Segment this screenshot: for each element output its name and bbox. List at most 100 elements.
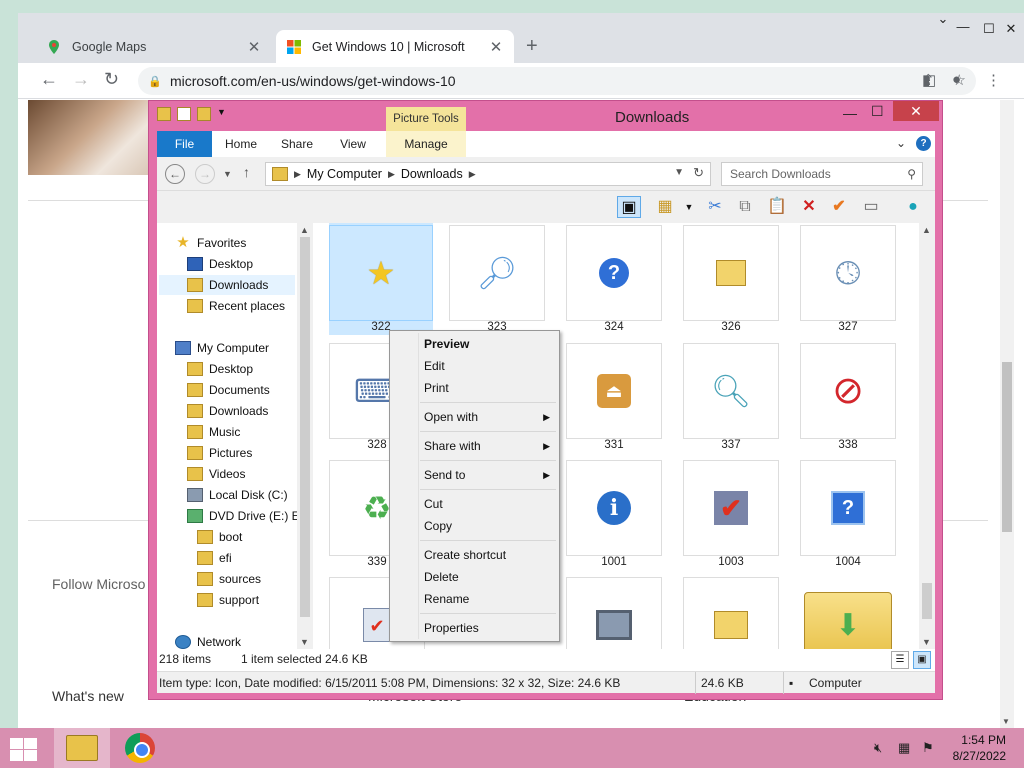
file-item[interactable] <box>566 575 662 649</box>
file-item[interactable]: 🔍︎ 337 <box>683 341 779 453</box>
files-scrollbar[interactable]: ▲ ▼ <box>919 223 935 649</box>
minimize-icon[interactable]: — <box>843 105 857 121</box>
action-center-icon[interactable]: ⚑ <box>922 740 934 756</box>
large-icons-view-icon[interactable]: ▣ <box>913 651 931 669</box>
new-tab-button[interactable]: + <box>526 35 538 58</box>
details-view-icon[interactable]: ☰ <box>891 651 909 669</box>
paste-icon[interactable]: 📋 <box>765 196 789 218</box>
nav-dvd-drive[interactable]: DVD Drive (E:) ES <box>187 506 308 526</box>
close-icon[interactable]: ✕ <box>893 101 939 121</box>
breadcrumb-separator[interactable]: ▶ <box>294 169 301 180</box>
nav-efi[interactable]: efi <box>197 548 232 568</box>
help-icon[interactable]: ? <box>916 136 931 151</box>
nav-music[interactable]: Music <box>187 422 240 442</box>
nav-videos[interactable]: Videos <box>187 464 245 484</box>
delete-icon[interactable]: ✕ <box>797 196 821 218</box>
taskbar-file-explorer[interactable] <box>54 728 110 768</box>
breadcrumb-downloads[interactable]: Downloads <box>401 167 463 181</box>
breadcrumb-separator[interactable]: ▶ <box>469 169 476 180</box>
refresh-icon[interactable]: ↻ <box>693 165 704 181</box>
rename-icon[interactable]: ▭ <box>859 196 883 218</box>
volume-muted-icon[interactable]: 🔇︎ <box>874 740 882 756</box>
windows-start-icon[interactable] <box>8 736 38 762</box>
nav-fav-recent-places[interactable]: Recent places <box>187 296 285 316</box>
new-folder-icon[interactable] <box>197 107 211 121</box>
nav-scrollbar[interactable]: ▲ ▼ <box>297 223 313 649</box>
nav-downloads[interactable]: Downloads <box>187 401 268 421</box>
file-item[interactable] <box>683 575 779 649</box>
file-item[interactable]: 🔎︎ 323 <box>449 223 545 335</box>
search-input[interactable]: Search Downloads ⚲ <box>721 162 923 186</box>
chevron-down-icon[interactable]: ▼ <box>217 107 226 121</box>
clock[interactable]: 1:54 PM 8/27/2022 <box>953 732 1006 764</box>
menu-item-cut[interactable]: Cut <box>424 493 554 515</box>
file-item[interactable]: 🕓︎ 327 <box>800 223 896 335</box>
address-bar[interactable]: ▶ My Computer ▶ Downloads ▶ ▼ ↻ <box>265 162 711 186</box>
menu-item-send-to[interactable]: Send to ▶ <box>424 464 554 486</box>
menu-icon[interactable]: ⋮ <box>986 71 1001 89</box>
menu-item-rename[interactable]: Rename <box>424 588 554 610</box>
scrollbar-thumb[interactable] <box>1002 362 1012 532</box>
expand-ribbon-icon[interactable]: ⌄ <box>896 136 906 151</box>
scroll-down-icon[interactable]: ▼ <box>300 637 309 647</box>
up-icon[interactable]: ↑ <box>243 164 250 180</box>
nav-boot[interactable]: boot <box>197 527 242 547</box>
nav-favorites[interactable]: ★ Favorites <box>175 233 246 253</box>
chevron-down-icon[interactable]: ▼ <box>677 196 701 218</box>
menu-item-copy[interactable]: Copy <box>424 515 554 537</box>
forward-icon[interactable]: → <box>72 69 90 90</box>
file-item[interactable]: i 1001 <box>566 458 662 570</box>
file-item[interactable]: ✔ 1003 <box>683 458 779 570</box>
scroll-up-icon[interactable]: ▲ <box>300 225 309 235</box>
breadcrumb-separator[interactable]: ▶ <box>388 169 395 180</box>
file-item[interactable]: ⊘ 338 <box>800 341 896 453</box>
side-panel-icon[interactable]: ◧ <box>922 71 936 89</box>
file-item[interactable]: ⏏ 331 <box>566 341 662 453</box>
menu-item-create-shortcut[interactable]: Create shortcut <box>424 544 554 566</box>
tab-manage[interactable]: Manage <box>386 131 466 157</box>
network-icon[interactable]: ▦ <box>898 740 910 756</box>
close-tab-icon[interactable]: ✕ <box>246 38 262 56</box>
scroll-down-icon[interactable]: ▼ <box>1002 717 1010 726</box>
breadcrumb-my-computer[interactable]: My Computer <box>307 167 382 181</box>
nav-my-computer[interactable]: My Computer <box>175 338 269 358</box>
scroll-up-icon[interactable]: ▲ <box>922 225 931 235</box>
scrollbar-thumb[interactable] <box>922 583 932 619</box>
file-item[interactable]: ★ 322 <box>329 223 433 335</box>
properties-icon[interactable] <box>177 107 191 121</box>
menu-item-preview[interactable]: Preview <box>424 333 554 355</box>
tab-get-windows-10[interactable]: Get Windows 10 | Microsoft ✕ <box>276 30 514 63</box>
back-icon[interactable]: ← <box>165 164 185 184</box>
profile-icon[interactable]: ● <box>952 71 961 88</box>
menu-item-print[interactable]: Print <box>424 377 554 399</box>
maximize-icon[interactable]: ☐ <box>871 103 884 120</box>
preview-pane-icon[interactable]: ▣ <box>617 196 641 218</box>
forward-icon[interactable]: → <box>195 164 215 184</box>
reload-icon[interactable]: ↻ <box>104 69 119 90</box>
nav-fav-desktop[interactable]: Desktop <box>187 254 253 274</box>
nav-desktop[interactable]: Desktop <box>187 359 253 379</box>
nav-sources[interactable]: sources <box>197 569 261 589</box>
menu-item-properties[interactable]: Properties <box>424 617 554 639</box>
close-tab-icon[interactable]: ✕ <box>488 38 504 56</box>
file-item[interactable]: ? 324 <box>566 223 662 335</box>
address-bar[interactable]: 🔒 microsoft.com/en-us/windows/get-window… <box>138 67 976 95</box>
page-scrollbar[interactable]: ▼ <box>1000 100 1014 728</box>
tab-home[interactable]: Home <box>215 131 267 157</box>
scrollbar-thumb[interactable] <box>300 237 310 617</box>
tab-share[interactable]: Share <box>271 131 323 157</box>
checkmark-icon[interactable]: ✔ <box>827 196 851 218</box>
scroll-down-icon[interactable]: ▼ <box>922 637 931 647</box>
nav-local-disk[interactable]: Local Disk (C:) <box>187 485 288 505</box>
chevron-down-icon[interactable]: ▼ <box>674 167 684 178</box>
taskbar-chrome[interactable] <box>112 728 168 768</box>
nav-support[interactable]: support <box>197 590 259 610</box>
menu-item-share-with[interactable]: Share with ▶ <box>424 435 554 457</box>
tab-file[interactable]: File <box>157 131 212 157</box>
copy-icon[interactable]: ⧉ <box>733 196 757 218</box>
cut-icon[interactable]: ✂ <box>703 196 727 218</box>
change-view-icon[interactable]: ▦ <box>653 196 677 218</box>
file-item[interactable]: ? 1004 <box>800 458 896 570</box>
menu-item-delete[interactable]: Delete <box>424 566 554 588</box>
nav-fav-downloads[interactable]: Downloads <box>159 275 295 295</box>
